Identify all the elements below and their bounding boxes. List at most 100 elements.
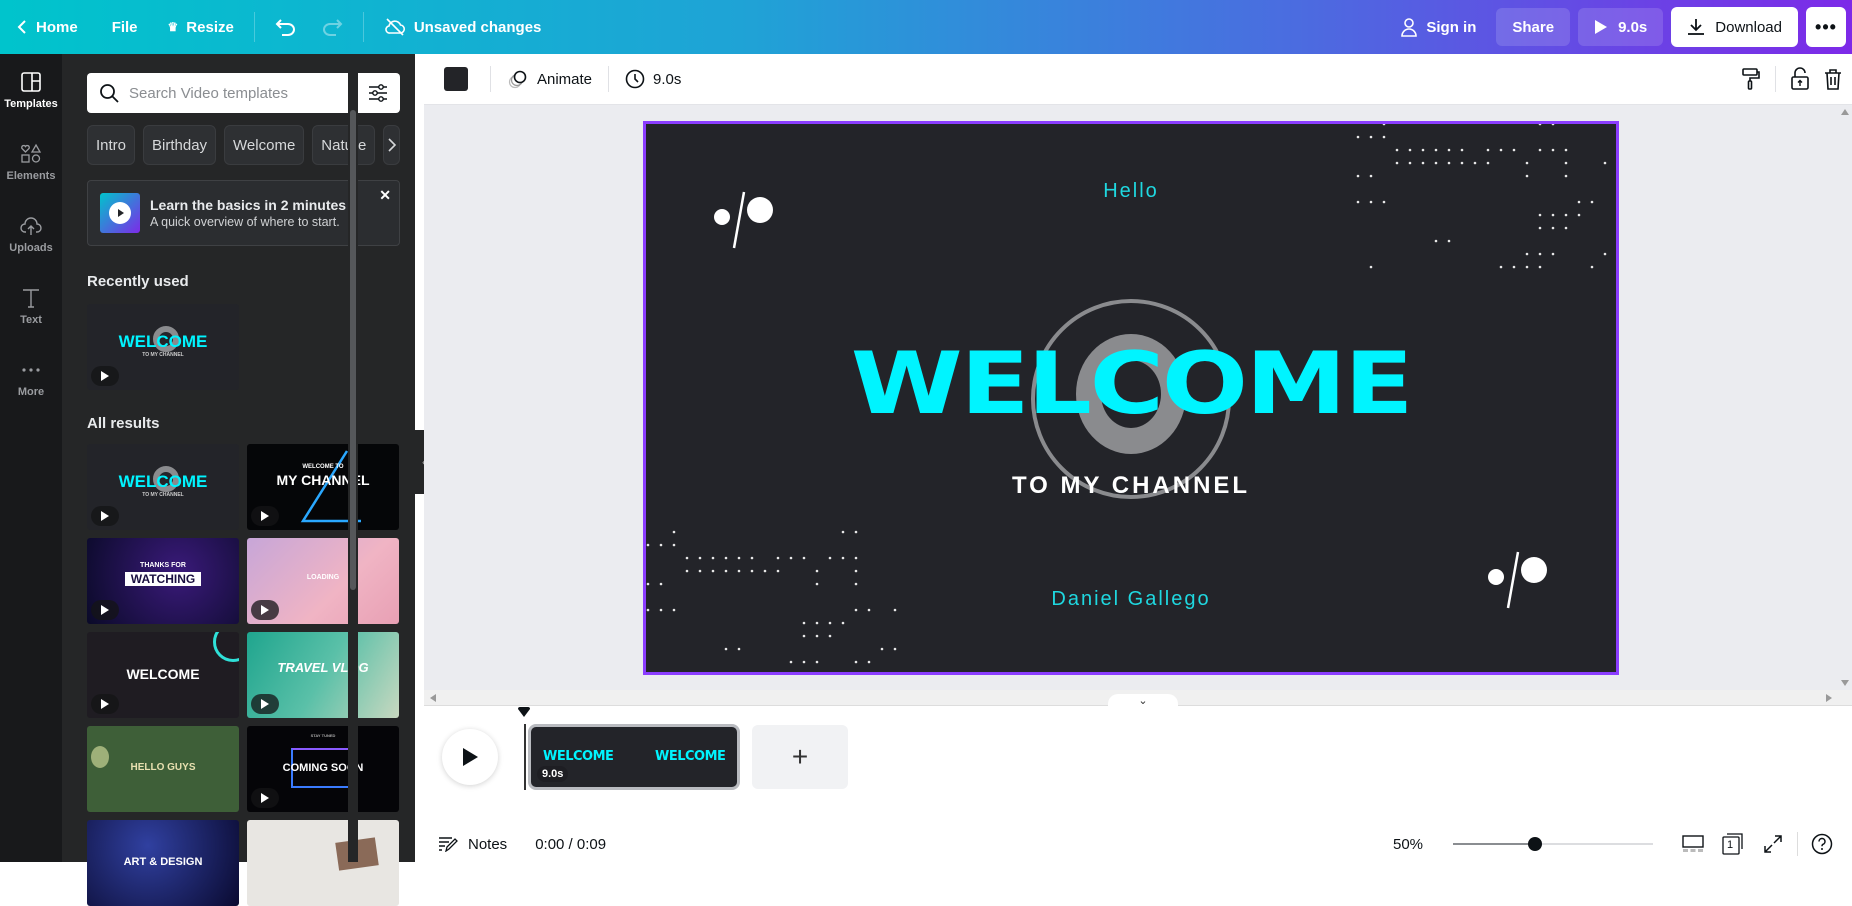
- notes-button[interactable]: Notes: [438, 836, 507, 853]
- template-thumbnail[interactable]: [247, 820, 399, 906]
- pattern-dot: [854, 582, 858, 586]
- trash-icon[interactable]: [1824, 68, 1842, 90]
- scroll-left-icon[interactable]: [430, 694, 436, 702]
- play-preview-button[interactable]: [251, 694, 279, 714]
- play-preview-button[interactable]: [251, 506, 279, 526]
- sign-in-button[interactable]: Sign in: [1388, 8, 1488, 46]
- chips-next-button[interactable]: [383, 125, 400, 165]
- template-thumbnail[interactable]: WELCOME: [87, 632, 239, 718]
- channel-subtitle[interactable]: TO MY CHANNEL: [646, 472, 1616, 500]
- play-preview-button[interactable]: [251, 600, 279, 620]
- pattern-dot: [815, 582, 819, 586]
- design-canvas[interactable]: Hello WELCOME TO MY CHANNEL Daniel Galle…: [643, 121, 1619, 675]
- unlock-icon[interactable]: [1790, 67, 1810, 91]
- play-preview-button[interactable]: [91, 366, 119, 386]
- recently-used-heading: Recently used: [87, 273, 189, 290]
- hello-text[interactable]: Hello: [646, 180, 1616, 203]
- template-thumbnail[interactable]: WELCOME TO MY CHANNEL: [87, 444, 239, 530]
- template-thumbnail[interactable]: WELCOME TO MY CHANNEL: [87, 304, 239, 390]
- thumb-title: WATCHING: [125, 572, 201, 586]
- template-thumbnail[interactable]: WELCOME TO MY CHANNEL: [247, 444, 399, 530]
- template-thumbnail[interactable]: STAY TUNED COMING SOON: [247, 726, 399, 812]
- duration-button[interactable]: 9.0s: [619, 69, 687, 89]
- template-thumbnail[interactable]: HELLO GUYS: [87, 726, 239, 812]
- zoom-knob[interactable]: [1528, 837, 1542, 851]
- pattern-dot: [1525, 265, 1529, 269]
- pattern-dot: [1564, 148, 1568, 152]
- play-preview-button[interactable]: [91, 694, 119, 714]
- play-button[interactable]: [442, 729, 498, 785]
- zoom-percentage[interactable]: 50%: [1393, 836, 1453, 853]
- more-options-button[interactable]: •••: [1806, 7, 1846, 47]
- zoom-slider[interactable]: [1453, 834, 1653, 854]
- redo-button[interactable]: [309, 8, 355, 46]
- pattern-dot: [1538, 265, 1542, 269]
- chip-nature[interactable]: Nature: [312, 125, 376, 165]
- fullscreen-button[interactable]: [1753, 829, 1793, 859]
- file-label: File: [111, 18, 138, 36]
- author-name[interactable]: Daniel Gallego: [646, 588, 1616, 611]
- thumb-title: ART & DESIGN: [123, 856, 203, 868]
- pattern-dot: [1538, 252, 1542, 256]
- play-preview-button[interactable]: [91, 506, 119, 526]
- help-button[interactable]: [1802, 829, 1842, 859]
- file-menu[interactable]: File: [100, 8, 150, 46]
- chip-intro[interactable]: Intro: [87, 125, 136, 165]
- save-status[interactable]: Unsaved changes: [372, 8, 554, 46]
- background-color-swatch[interactable]: [444, 67, 468, 91]
- pattern-dot: [880, 647, 884, 651]
- template-thumbnail[interactable]: THANKS FOR WATCHING: [87, 538, 239, 624]
- template-thumbnail[interactable]: TRAVEL VLOG: [247, 632, 399, 718]
- chip-birthday[interactable]: Birthday: [143, 125, 217, 165]
- rail-item-more[interactable]: More: [0, 342, 62, 414]
- close-icon[interactable]: ✕: [379, 187, 391, 204]
- play-preview-button[interactable]: [91, 600, 119, 620]
- template-thumbnail[interactable]: ART & DESIGN: [87, 820, 239, 906]
- rail-item-uploads[interactable]: Uploads: [0, 198, 62, 270]
- search-input[interactable]: [129, 84, 358, 102]
- resize-button[interactable]: ♛ Resize: [156, 8, 246, 46]
- pattern-dot: [815, 634, 819, 638]
- zoom-fill: [1453, 843, 1535, 845]
- rail-item-templates[interactable]: Templates: [0, 54, 62, 126]
- template-thumbnail[interactable]: LOADING: [247, 538, 399, 624]
- vertical-scrollbar[interactable]: [1838, 105, 1852, 690]
- rail-item-elements[interactable]: Elements: [0, 126, 62, 198]
- pattern-dot: [1369, 135, 1373, 139]
- chip-welcome[interactable]: Welcome: [224, 125, 305, 165]
- download-button[interactable]: Download: [1671, 7, 1798, 47]
- paint-roller-icon[interactable]: [1741, 67, 1761, 91]
- add-page-button[interactable]: +: [752, 725, 848, 789]
- pattern-dot: [1408, 161, 1412, 165]
- playhead-handle[interactable]: [518, 707, 530, 719]
- timeline-clip[interactable]: WELCOME WELCOME 9.0s: [528, 724, 740, 790]
- scroll-right-icon[interactable]: [1826, 694, 1832, 702]
- pattern-dot: [776, 556, 780, 560]
- scroll-up-icon[interactable]: [1841, 109, 1849, 115]
- thumb-title: LOADING: [306, 574, 340, 581]
- animate-button[interactable]: Animate: [501, 69, 598, 89]
- grid-view-button[interactable]: [1673, 829, 1713, 859]
- present-play-button[interactable]: 9.0s: [1578, 8, 1664, 46]
- resize-label: Resize: [186, 18, 234, 36]
- divider: [490, 66, 491, 92]
- help-icon: [1811, 833, 1833, 855]
- welcome-headline[interactable]: WELCOME: [646, 334, 1616, 434]
- filter-icon[interactable]: [368, 83, 388, 103]
- pattern-dot: [737, 569, 741, 573]
- share-button[interactable]: Share: [1496, 8, 1571, 46]
- scrollbar-thumb[interactable]: [350, 110, 356, 590]
- page-count-button[interactable]: 1: [1713, 829, 1753, 859]
- pattern-dot: [685, 556, 689, 560]
- undo-button[interactable]: [263, 8, 309, 46]
- text-icon: [19, 286, 43, 310]
- scroll-down-icon[interactable]: [1841, 680, 1849, 686]
- rail-item-text[interactable]: Text: [0, 270, 62, 342]
- home-button[interactable]: Home: [4, 8, 90, 46]
- thumb-title: HELLO GUYS: [130, 762, 196, 773]
- pattern-dot: [1525, 252, 1529, 256]
- play-preview-button[interactable]: [251, 788, 279, 808]
- panel-scrollbar[interactable]: [348, 54, 358, 862]
- rail-label: Uploads: [9, 242, 53, 254]
- pattern-dot: [1551, 124, 1555, 126]
